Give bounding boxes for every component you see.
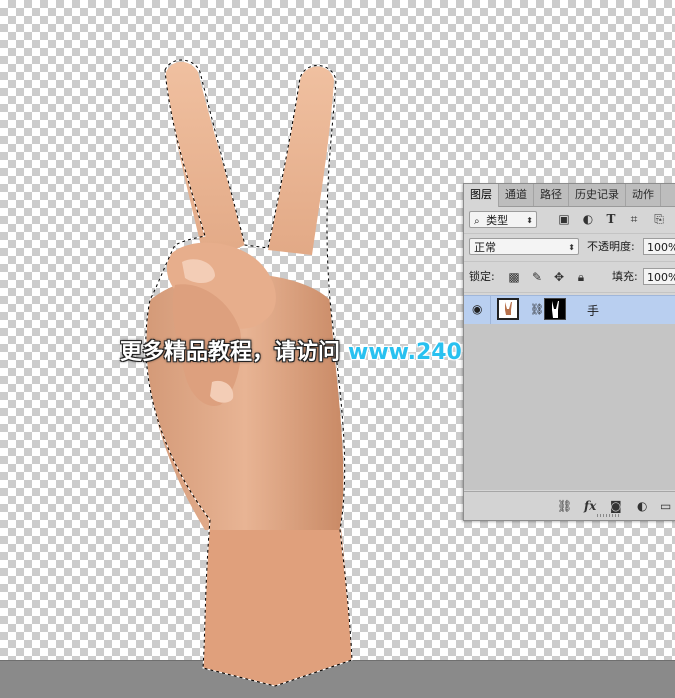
layers-panel: 图层 通道 路径 历史记录 动作 ⌕ 类型 ⬍ ▣ ◐ T ⌗ ⎘ 正常 ⬍ 不… xyxy=(463,183,675,521)
chain-link-icon[interactable]: ⛓ xyxy=(530,303,544,316)
adjustment-layer-icon[interactable]: ◐ xyxy=(637,499,647,513)
lock-row: 锁定: ▩ ✎ ✥ 🔒︎ 填充: 100% xyxy=(464,262,675,293)
smart-object-filter-icon[interactable]: ⎘ xyxy=(652,212,666,226)
lock-transparent-icon[interactable]: ▩ xyxy=(507,270,521,284)
lock-move-icon[interactable]: ✥ xyxy=(552,270,566,284)
layer-name[interactable]: 手 xyxy=(587,302,599,319)
blend-mode-select[interactable]: 正常 ⬍ xyxy=(469,238,579,255)
adjustment-filter-icon[interactable]: ◐ xyxy=(581,212,595,226)
tab-history[interactable]: 历史记录 xyxy=(569,184,626,206)
resize-grip[interactable] xyxy=(597,514,621,517)
tab-paths[interactable]: 路径 xyxy=(534,184,569,206)
layers-list-empty-area[interactable] xyxy=(464,324,675,490)
layer-mask-thumbnail[interactable] xyxy=(544,298,566,320)
layer-row[interactable]: ◉ ⛓ 手 xyxy=(464,295,675,325)
filter-kind-select[interactable]: ⌕ 类型 ⬍ xyxy=(469,211,537,228)
new-group-icon[interactable]: ▭ xyxy=(660,499,671,513)
layer-thumbnail[interactable] xyxy=(497,298,519,320)
opacity-input[interactable]: 100% xyxy=(643,238,675,255)
lock-all-icon[interactable]: 🔒︎ xyxy=(574,270,588,284)
filter-kind-value: 类型 xyxy=(486,214,509,227)
text-filter-icon[interactable]: T xyxy=(604,212,618,226)
lock-label: 锁定: xyxy=(469,270,495,283)
divider xyxy=(490,296,491,324)
add-mask-icon[interactable]: ◙ xyxy=(610,499,622,513)
opacity-label: 不透明度: xyxy=(587,240,635,253)
layer-style-icon[interactable]: fx xyxy=(584,499,596,513)
panel-tabs: 图层 通道 路径 历史记录 动作 xyxy=(464,184,675,207)
filter-row: ⌕ 类型 ⬍ ▣ ◐ T ⌗ ⎘ xyxy=(464,207,675,234)
lock-paint-icon[interactable]: ✎ xyxy=(530,270,544,284)
tab-layers[interactable]: 图层 xyxy=(464,184,499,207)
stepper-icon: ⬍ xyxy=(526,216,533,225)
image-filter-icon[interactable]: ▣ xyxy=(557,212,571,226)
hand-thumbnail-icon xyxy=(505,302,512,315)
stepper-icon: ⬍ xyxy=(568,243,575,252)
blend-mode-value: 正常 xyxy=(474,241,496,254)
shape-filter-icon[interactable]: ⌗ xyxy=(627,212,641,226)
tab-channels[interactable]: 通道 xyxy=(499,184,534,206)
tab-actions[interactable]: 动作 xyxy=(626,184,661,206)
blend-row: 正常 ⬍ 不透明度: 100% xyxy=(464,233,675,262)
fill-input[interactable]: 100% xyxy=(643,268,675,285)
eye-icon[interactable]: ◉ xyxy=(472,302,482,316)
mask-shape-icon xyxy=(552,301,559,318)
search-icon: ⌕ xyxy=(474,216,480,227)
panel-bottom-bar: ⛓ fx ◙ ◐ ▭ xyxy=(464,491,675,520)
link-layers-icon[interactable]: ⛓ xyxy=(557,499,572,513)
fill-label: 填充: xyxy=(612,270,638,283)
watermark-text: 更多精品教程，请访问 xyxy=(120,340,341,365)
